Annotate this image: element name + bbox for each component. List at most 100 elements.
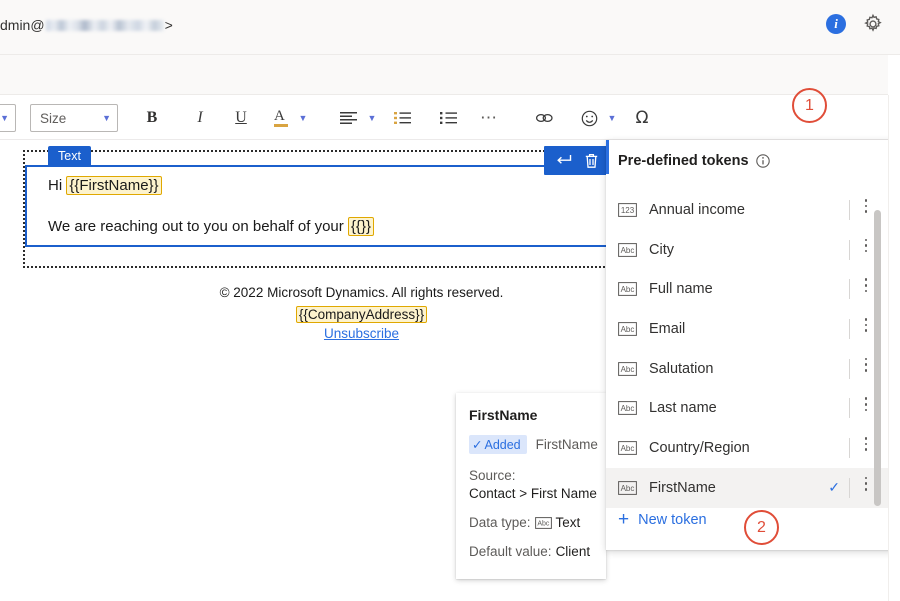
panel-accent-bar — [606, 140, 609, 174]
svg-text:Abc: Abc — [621, 444, 635, 453]
row-more-icon[interactable] — [858, 397, 874, 411]
annotation-marker-1: 1 — [792, 88, 827, 123]
token-list-item-full-name[interactable]: Abc Full name — [606, 269, 900, 309]
token-detail-default-value: Client — [556, 544, 591, 559]
italic-icon: I — [197, 109, 202, 127]
svg-text:Abc: Abc — [621, 404, 635, 413]
token-list-item-salutation[interactable]: Abc Salutation — [606, 349, 900, 389]
font-family-dropdown[interactable]: ▼ — [0, 104, 16, 132]
bold-button[interactable]: B — [138, 104, 166, 132]
text-block-actions — [544, 146, 610, 175]
abc-text-icon: Abc — [618, 362, 637, 376]
svg-text:Abc: Abc — [621, 285, 635, 294]
token-label: Country/Region — [649, 440, 750, 456]
email-body-line-2[interactable]: We are reaching out to you on behalf of … — [48, 217, 374, 236]
align-left-icon — [340, 111, 357, 125]
svg-text:Abc: Abc — [537, 520, 550, 527]
info-icon[interactable]: i — [826, 14, 846, 34]
return-icon[interactable] — [550, 148, 576, 174]
row-divider — [849, 319, 850, 339]
row-more-icon[interactable] — [858, 239, 874, 253]
email-body-line-1[interactable]: Hi {{FirstName}} — [48, 176, 162, 195]
token-detail-source-value: Contact > First Name — [469, 486, 606, 501]
italic-button[interactable]: I — [186, 104, 214, 132]
row-more-icon[interactable] — [858, 437, 874, 451]
right-gutter-divider — [888, 95, 889, 601]
underline-button[interactable]: U — [227, 104, 255, 132]
chevron-down-icon: ▼ — [608, 113, 617, 123]
abc-text-icon: Abc — [618, 282, 637, 296]
token-empty[interactable]: {{}} — [348, 217, 374, 236]
redacted-domain — [46, 20, 164, 31]
chevron-down-icon: ▼ — [0, 113, 9, 123]
emoji-dropdown[interactable]: ▼ — [598, 104, 626, 132]
status-badge-label: Added — [484, 438, 520, 452]
token-list-item-country-region[interactable]: Abc Country/Region — [606, 428, 900, 468]
font-color-icon: A — [274, 109, 288, 127]
gear-icon[interactable] — [862, 13, 884, 35]
svg-text:Abc: Abc — [621, 246, 635, 255]
annotation-marker-2: 2 — [744, 510, 779, 545]
token-detail-name: FirstName — [536, 437, 598, 452]
row-divider — [849, 240, 850, 260]
font-color-dropdown[interactable]: ▼ — [289, 104, 317, 132]
numbered-list-icon — [394, 111, 411, 125]
more-options-icon: ⋯ — [480, 108, 498, 128]
check-icon: ✓ — [472, 437, 482, 452]
token-companyaddress[interactable]: {{CompanyAddress}} — [296, 306, 427, 323]
token-firstname[interactable]: {{FirstName}} — [66, 176, 161, 195]
panel-title-label: Pre-defined tokens — [618, 153, 749, 169]
bold-icon: B — [147, 109, 158, 127]
chevron-down-icon: ▼ — [299, 113, 308, 123]
token-list-item-email[interactable]: Abc Email — [606, 309, 900, 349]
predefined-tokens-panel: Pre-defined tokens 123 Annual income — [606, 140, 900, 550]
row-divider — [849, 279, 850, 299]
token-label: Full name — [649, 281, 713, 297]
from-address: dmin@> — [0, 17, 173, 33]
panel-title: Pre-defined tokens — [618, 153, 770, 169]
bulleted-list-button[interactable] — [434, 104, 462, 132]
info-outline-icon[interactable] — [756, 154, 770, 168]
more-options-button[interactable]: ⋯ — [475, 104, 503, 132]
new-token-label: New token — [638, 512, 707, 528]
symbol-button[interactable]: Ω — [628, 104, 656, 132]
font-size-value: Size — [40, 111, 66, 126]
subject-row[interactable]: ject — [0, 55, 900, 95]
chevron-down-icon: ▼ — [102, 113, 111, 123]
row-divider — [849, 200, 850, 220]
token-list-item-annual-income[interactable]: 123 Annual income — [606, 190, 900, 230]
token-detail-source-label: Source: — [469, 468, 606, 483]
align-dropdown[interactable]: ▼ — [358, 104, 386, 132]
token-detail-status-row: ✓ Added FirstName — [469, 435, 606, 454]
token-list-item-last-name[interactable]: Abc Last name — [606, 388, 900, 428]
token-detail-default-label: Default value: — [469, 544, 552, 559]
svg-text:Abc: Abc — [621, 484, 635, 493]
emoji-icon — [581, 110, 598, 127]
row-more-icon[interactable] — [858, 199, 874, 213]
selected-check-icon: ✓ — [828, 479, 840, 496]
token-detail-card: FirstName ✓ Added FirstName Source: Cont… — [456, 393, 606, 579]
row-more-icon[interactable] — [858, 318, 874, 332]
panel-scrollbar[interactable] — [874, 210, 881, 506]
numbered-list-button[interactable] — [388, 104, 416, 132]
token-detail-datatype-label: Data type: — [469, 515, 531, 530]
formatting-toolbar: ▼ Size ▼ B I U A ▼ — [0, 95, 900, 140]
token-label: Annual income — [649, 202, 745, 218]
status-badge-added: ✓ Added — [469, 435, 527, 454]
row-more-icon[interactable] — [858, 358, 874, 372]
text-block-chip: Text — [48, 146, 91, 167]
token-detail-title: FirstName — [469, 407, 606, 423]
token-label: FirstName — [649, 480, 716, 496]
link-button[interactable] — [530, 104, 558, 132]
token-list-item-firstname[interactable]: Abc FirstName ✓ — [606, 468, 900, 508]
row-more-icon[interactable] — [858, 477, 874, 491]
new-token-button[interactable]: + New token — [618, 512, 707, 528]
row-divider — [849, 478, 850, 498]
row-more-icon[interactable] — [858, 278, 874, 292]
link-icon — [535, 111, 554, 125]
token-list-item-city[interactable]: Abc City — [606, 230, 900, 270]
token-label: Last name — [649, 400, 717, 416]
font-size-dropdown[interactable]: Size ▼ — [30, 104, 118, 132]
app-header-actions: i — [826, 13, 884, 35]
trash-icon[interactable] — [578, 148, 604, 174]
